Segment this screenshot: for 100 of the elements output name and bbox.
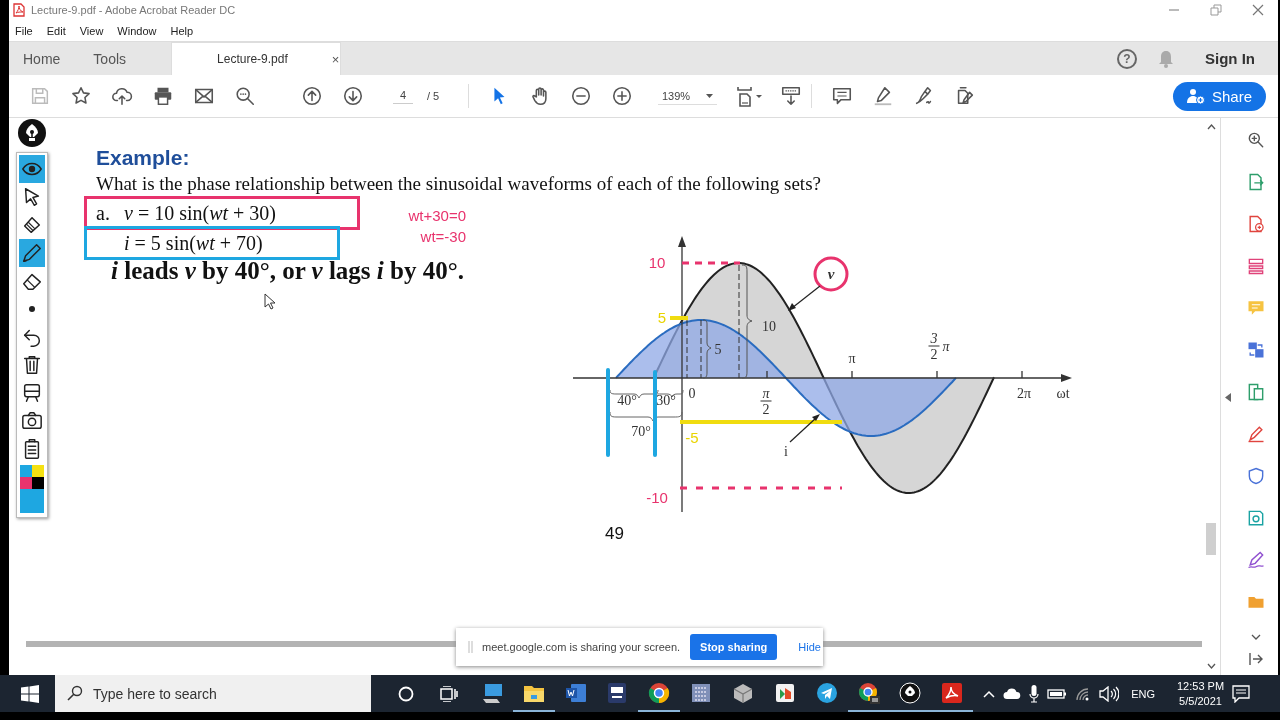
help-button[interactable]: ? bbox=[1117, 48, 1137, 69]
pen-icon[interactable] bbox=[1245, 550, 1266, 570]
dotted-guide-line bbox=[682, 261, 740, 265]
handwritten-note: wt=-30 bbox=[420, 227, 466, 246]
grip-icon[interactable] bbox=[468, 641, 473, 653]
whiteboard-icon bbox=[21, 382, 43, 404]
circle-icon[interactable] bbox=[398, 685, 414, 702]
color-wheel-icon bbox=[856, 680, 881, 705]
clock[interactable]: 12:53 PM 5/5/2021 bbox=[1176, 678, 1225, 709]
axis-label: v bbox=[827, 266, 835, 282]
window-title: Lecture-9.pdf - Adobe Acrobat Reader DC bbox=[31, 4, 236, 16]
chevron-up-icon[interactable] bbox=[983, 689, 996, 698]
scroll-up-icon[interactable] bbox=[1206, 124, 1216, 130]
collapse-panel-icon[interactable] bbox=[1248, 653, 1263, 665]
dot-icon bbox=[29, 306, 35, 312]
notification-icon[interactable] bbox=[1232, 684, 1251, 703]
pdf-icon bbox=[13, 3, 25, 17]
zoom-dropdown[interactable]: 139% bbox=[658, 87, 718, 105]
page-total: / 5 bbox=[427, 90, 440, 102]
formula: i = 5 sin(wt + 70) bbox=[84, 226, 340, 260]
pen-tool[interactable] bbox=[19, 239, 45, 267]
axis-label: 10 bbox=[762, 318, 776, 334]
axis-label: -5 bbox=[685, 429, 699, 445]
expand-more-icon[interactable] bbox=[1250, 634, 1261, 640]
axis-label: 10 bbox=[648, 254, 666, 270]
hide-link[interactable]: Hide bbox=[798, 641, 821, 653]
axis-label: 5 bbox=[714, 341, 722, 357]
collapse-icon[interactable] bbox=[1225, 393, 1231, 402]
share-button[interactable]: Share bbox=[1172, 81, 1266, 111]
menu-item[interactable]: View bbox=[79, 24, 104, 37]
scroll-mode-icon[interactable] bbox=[779, 85, 802, 107]
tab[interactable]: Tools bbox=[83, 42, 137, 75]
tick-mark bbox=[766, 370, 768, 379]
trash-icon bbox=[21, 354, 43, 376]
menu-item[interactable]: Window bbox=[117, 24, 157, 37]
statement-text: i leads v by 40°, or v lags i by 40°. bbox=[111, 257, 465, 285]
question-text: What is the phase relationship between the sinusoidal waveforms of each of the following sets? bbox=[96, 172, 822, 196]
windows-start-icon[interactable] bbox=[21, 684, 39, 703]
eye-tool[interactable] bbox=[19, 155, 45, 183]
comment-icon[interactable] bbox=[830, 85, 853, 107]
star-icon[interactable] bbox=[69, 85, 92, 107]
fraction-label: π 2 bbox=[760, 385, 772, 417]
caret-icon bbox=[706, 93, 714, 98]
handwritten-note: wt+30=0 bbox=[408, 206, 466, 225]
fit-page-icon[interactable] bbox=[734, 85, 765, 107]
color-palette-tool[interactable] bbox=[19, 463, 45, 515]
axis-label: 40° bbox=[617, 392, 637, 408]
axis-label: 5 bbox=[657, 309, 667, 325]
person-add-icon bbox=[1186, 88, 1205, 104]
zoom-in-icon[interactable] bbox=[610, 85, 633, 107]
color-palette-icon bbox=[20, 465, 44, 513]
page-number: 49 bbox=[605, 524, 625, 544]
pen-icon bbox=[21, 242, 43, 264]
tab[interactable]: Lecture-9.pdf × bbox=[171, 42, 342, 75]
axis-label: 2π bbox=[1016, 385, 1032, 401]
sharing-message: meet.google.com is sharing your screen. bbox=[482, 641, 681, 653]
task-view-icon[interactable] bbox=[440, 685, 458, 702]
tick-mark bbox=[851, 370, 853, 379]
arrow-down-icon[interactable] bbox=[341, 85, 364, 107]
brace bbox=[702, 319, 712, 379]
tab[interactable]: Home bbox=[13, 42, 71, 75]
search-field[interactable]: Type here to search bbox=[55, 675, 371, 712]
menu-item[interactable]: Help bbox=[170, 24, 194, 37]
stop-sharing-button[interactable]: Stop sharing bbox=[690, 634, 778, 660]
zoom-out-icon[interactable] bbox=[569, 85, 592, 107]
tick-mark bbox=[936, 370, 938, 379]
axis-label: 30° bbox=[656, 392, 676, 408]
axis-label: 0 bbox=[688, 385, 696, 401]
axis-label: ωt bbox=[1056, 385, 1070, 401]
mouse-cursor-icon bbox=[264, 293, 276, 310]
pointer-arrow bbox=[788, 285, 821, 311]
pen-nib-icon bbox=[898, 680, 923, 705]
axis-label: 70° bbox=[631, 423, 651, 439]
axis-label: i bbox=[784, 443, 788, 459]
paper-plane-icon bbox=[814, 680, 839, 705]
menu-item[interactable]: File bbox=[15, 24, 33, 37]
tick-mark bbox=[1021, 370, 1023, 379]
language-indicator[interactable]: ENG bbox=[1131, 687, 1155, 700]
close-icon[interactable] bbox=[1252, 4, 1264, 16]
highlight-line bbox=[670, 316, 688, 320]
axis-label: π bbox=[848, 350, 856, 366]
circle-mark bbox=[813, 256, 849, 292]
battery-icon[interactable] bbox=[1047, 687, 1068, 700]
pen-nib-logo-icon[interactable] bbox=[17, 118, 47, 148]
microphone-icon[interactable] bbox=[1029, 684, 1040, 703]
heading: Example: bbox=[96, 146, 191, 170]
find-icon[interactable] bbox=[233, 85, 256, 107]
page-number-field[interactable]: 4 bbox=[393, 88, 413, 104]
pdf-icon bbox=[940, 680, 965, 705]
menu-item[interactable]: Edit bbox=[46, 24, 66, 37]
scroll-down-icon[interactable] bbox=[1206, 663, 1216, 669]
color-wheel-icon bbox=[647, 680, 672, 705]
arrow-up-icon[interactable] bbox=[300, 85, 323, 107]
scrollbar-thumb[interactable] bbox=[1206, 523, 1216, 555]
speaker-icon[interactable] bbox=[1099, 685, 1120, 702]
sign-in-link[interactable]: Sign In bbox=[1205, 50, 1255, 67]
cloud-icon[interactable] bbox=[1003, 687, 1022, 700]
pointer-arrow bbox=[789, 414, 820, 443]
close-tab-button[interactable]: × bbox=[331, 51, 340, 67]
upload-icon[interactable] bbox=[110, 85, 133, 107]
